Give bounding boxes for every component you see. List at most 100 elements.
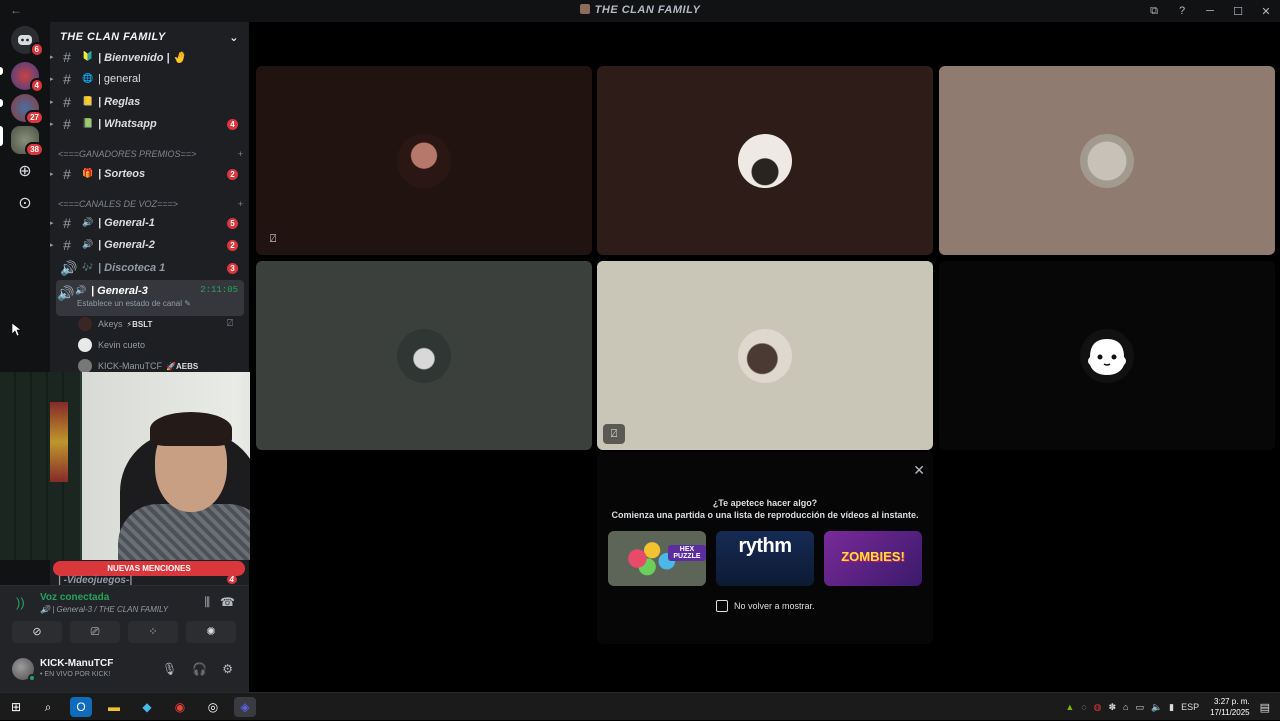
channel-whatsapp[interactable]: ▸ # 📗 | Whatsapp 4 bbox=[50, 113, 249, 135]
camera-button[interactable]: ⊘ bbox=[12, 621, 62, 643]
participant-tile[interactable] bbox=[939, 66, 1275, 255]
channel-status-prompt[interactable]: Establece un estado de canal ✎ bbox=[77, 299, 191, 308]
user-name: KICK-ManuTCF bbox=[98, 361, 163, 371]
channel-name: | Sorteos bbox=[98, 168, 146, 180]
muted-icon: ⍁ bbox=[227, 318, 233, 329]
headphones-icon[interactable]: 🎧 bbox=[192, 662, 207, 676]
channel-peek[interactable]: | -Videojuegos-| 4 bbox=[58, 575, 248, 585]
server-icon bbox=[579, 4, 590, 14]
category-label: <===CANALES DE VOZ===> bbox=[58, 199, 179, 209]
muted-icon: ⍁ bbox=[603, 424, 625, 444]
game-hex-puzzle[interactable]: HEX PUZZLE bbox=[608, 531, 706, 586]
channel-emoji: 🔰 bbox=[82, 51, 94, 61]
voice-location[interactable]: 🔊 | General-3 / THE CLAN FAMILY bbox=[40, 605, 180, 614]
user-name[interactable]: KICK-ManuTCF bbox=[40, 658, 113, 669]
home-button[interactable]: 6 bbox=[11, 26, 44, 57]
display-icon[interactable]: ▭ bbox=[1135, 702, 1144, 713]
new-mentions-banner[interactable]: NUEVAS MENCIONES bbox=[53, 561, 245, 576]
channel-name: | General-2 bbox=[98, 239, 155, 251]
voice-channel-general-1[interactable]: ▸ # 🔊 | General-1 5 bbox=[50, 212, 249, 234]
background-door bbox=[0, 372, 82, 560]
file-explorer-icon[interactable]: ▬ bbox=[103, 697, 125, 717]
expand-icon: ▸ bbox=[50, 242, 54, 249]
voice-user-kevin[interactable]: Kevin cueto bbox=[78, 335, 145, 355]
signal-icon[interactable]: )) bbox=[16, 595, 25, 610]
tray-app-icon[interactable]: ◌ bbox=[1081, 702, 1086, 712]
voice-icon: 🔊 bbox=[57, 285, 75, 301]
game-rythm[interactable]: rythm bbox=[716, 531, 814, 586]
server-icon-1[interactable]: 4 bbox=[11, 62, 44, 93]
minimize-button[interactable]: ─ bbox=[1196, 5, 1224, 17]
discord-taskbar-icon[interactable]: ◈ bbox=[234, 697, 256, 717]
voice-channel-general-3-active[interactable]: 🔊 🔊 | General-3 2:11:05 bbox=[56, 280, 244, 316]
disconnect-icon[interactable]: ☎ bbox=[220, 595, 235, 610]
channel-name: | Whatsapp bbox=[98, 118, 157, 130]
microphone-tray-icon[interactable]: ▮ bbox=[1169, 702, 1174, 713]
discover-icon[interactable]: ⊙ bbox=[15, 194, 35, 214]
checkbox[interactable] bbox=[716, 600, 728, 612]
server-icon-2[interactable]: 27 bbox=[11, 94, 44, 125]
game-zombies[interactable]: ZOMBIES! bbox=[824, 531, 922, 586]
close-icon[interactable]: ✕ bbox=[913, 462, 925, 479]
microphone-icon[interactable]: 🎙 bbox=[162, 662, 177, 676]
app-icon[interactable]: ◆ bbox=[136, 697, 158, 717]
voice-status[interactable]: Voz conectada bbox=[40, 592, 109, 603]
channel-general[interactable]: ▸ # 🌐 | general bbox=[50, 68, 249, 90]
add-channel-icon[interactable]: + bbox=[238, 199, 243, 209]
maximize-button[interactable]: ☐ bbox=[1224, 5, 1252, 18]
checkbox-label: No volver a mostrar. bbox=[734, 601, 815, 611]
taskbar: ⊞ ⌕ O ▬ ◆ ◉ ◎ ◈ ▲ ◌ ◍ ✽ ⌂ ▭ 🔈 ▮ ESP 3:27… bbox=[0, 692, 1280, 720]
dont-show-again-checkbox[interactable]: No volver a mostrar. bbox=[716, 600, 815, 612]
network-icon[interactable]: ⌂ bbox=[1123, 702, 1128, 712]
search-icon[interactable]: ⌕ bbox=[37, 697, 59, 717]
scarf-decoration bbox=[50, 402, 68, 482]
close-window-button[interactable]: ✕ bbox=[1252, 5, 1280, 18]
voice-channel-discoteca[interactable]: 🔊 🎶 | Discoteca 1 3 bbox=[50, 257, 249, 279]
voice-channel-general-2[interactable]: ▸ # 🔊 | General-2 2 bbox=[50, 234, 249, 256]
participant-tile[interactable] bbox=[597, 66, 933, 255]
server-icon-the-clan-family[interactable]: 38 bbox=[11, 126, 44, 157]
channel-sorteos[interactable]: ▸ # 🎁 | Sorteos 2 bbox=[50, 163, 249, 185]
server-badge: 38 bbox=[25, 142, 44, 157]
settings-tray-icon[interactable]: ✽ bbox=[1108, 702, 1116, 713]
hash-icon: # bbox=[63, 215, 71, 231]
obs-icon[interactable]: ◎ bbox=[202, 697, 224, 717]
notifications-icon[interactable]: ▤ bbox=[1260, 701, 1270, 714]
voice-user-akeys[interactable]: Akeys ⚡BSLT bbox=[78, 314, 152, 334]
avatar bbox=[78, 359, 92, 373]
channel-bienvenido[interactable]: ▸ # 🔰 | Bienvenido | 🤚 bbox=[50, 46, 249, 68]
chrome-icon[interactable]: ◉ bbox=[169, 697, 191, 717]
activity-suggestion-card: ✕ ¿Te apetece hacer algo? Comienza una p… bbox=[597, 452, 933, 644]
participant-tile[interactable]: ⍁ bbox=[597, 261, 933, 450]
help-icon[interactable]: ? bbox=[1168, 5, 1196, 17]
person-shirt bbox=[118, 504, 268, 560]
noise-suppression-icon[interactable]: ⫼ bbox=[205, 595, 211, 610]
speaker-icon: 🔊 bbox=[40, 605, 53, 614]
channel-reglas[interactable]: ▸ # 📒 | Reglas bbox=[50, 91, 249, 113]
screen-share-button[interactable]: ⎚ bbox=[70, 621, 120, 643]
category-canales-de-voz[interactable]: <===CANALES DE VOZ===> + bbox=[58, 199, 243, 209]
person-hair bbox=[150, 412, 232, 446]
category-ganadores-premios[interactable]: <===GANADORES PREMIOS==> + bbox=[58, 149, 243, 159]
inbox-icon[interactable]: ⧉ bbox=[1140, 5, 1168, 18]
call-duration: 2:11:05 bbox=[200, 285, 238, 295]
language-indicator[interactable]: ESP bbox=[1181, 702, 1199, 712]
activities-button[interactable]: ⁘ bbox=[128, 621, 178, 643]
settings-gear-icon[interactable]: ⚙ bbox=[222, 662, 233, 676]
title-bar: ← THE CLAN FAMILY ⧉ ? ─ ☐ ✕ bbox=[0, 0, 1280, 22]
game-title: HEX PUZZLE bbox=[668, 545, 706, 561]
participant-tile[interactable] bbox=[256, 261, 592, 450]
soundboard-button[interactable]: ✺ bbox=[186, 621, 236, 643]
windows-start-icon[interactable]: ⊞ bbox=[5, 697, 27, 717]
volume-icon[interactable]: 🔈 bbox=[1151, 702, 1162, 713]
add-channel-icon[interactable]: + bbox=[238, 149, 243, 159]
clock[interactable]: 3:27 p. m. 17/11/2025 bbox=[1210, 696, 1249, 718]
outlook-icon[interactable]: O bbox=[70, 697, 92, 717]
channel-emoji: 🎁 bbox=[82, 168, 94, 178]
participant-tile[interactable]: ⍁ bbox=[256, 66, 592, 255]
participant-tile[interactable] bbox=[939, 261, 1275, 450]
voice-icon: 🔊 bbox=[60, 259, 78, 276]
add-server-icon[interactable]: ⊕ bbox=[15, 162, 35, 182]
steam-icon[interactable]: ◍ bbox=[1094, 702, 1102, 713]
nvidia-icon[interactable]: ▲ bbox=[1065, 702, 1074, 712]
